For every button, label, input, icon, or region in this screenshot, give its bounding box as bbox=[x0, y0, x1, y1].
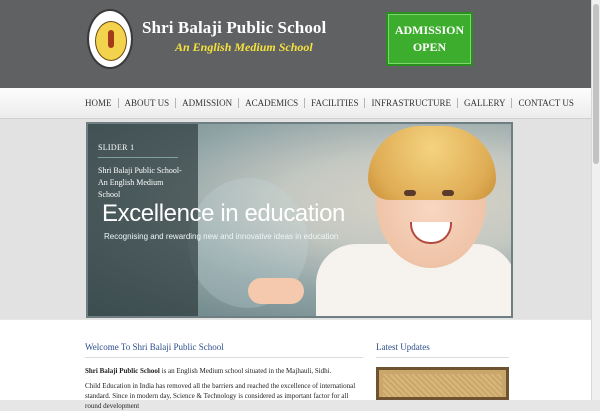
nav-item-academics[interactable]: ACADEMICS bbox=[239, 98, 306, 108]
welcome-divider bbox=[85, 357, 363, 358]
nav-item-admission[interactable]: ADMISSION bbox=[176, 98, 240, 108]
vertical-scrollbar[interactable] bbox=[591, 0, 600, 400]
admission-open-button[interactable]: ADMISSION OPEN bbox=[386, 12, 473, 66]
nav-item-about-us[interactable]: ABOUT US bbox=[119, 98, 177, 108]
latest-updates-heading: Latest Updates bbox=[376, 342, 430, 352]
child-hand-image bbox=[248, 278, 304, 304]
main-nav: HOME ABOUT US ADMISSION ACADEMICS FACILI… bbox=[0, 88, 592, 119]
slider-subheading: Recognising and rewarding new and innova… bbox=[104, 232, 339, 241]
nav-item-infrastructure[interactable]: INFRASTRUCTURE bbox=[365, 98, 458, 108]
site-header: Shri Balaji Public School An English Med… bbox=[0, 0, 592, 88]
logo-emblem bbox=[95, 21, 127, 61]
admission-label-line1: ADMISSION bbox=[394, 23, 465, 37]
nav-item-contact-us[interactable]: CONTACT US bbox=[512, 98, 579, 108]
notice-board-cork bbox=[383, 374, 502, 397]
school-tagline: An English Medium School bbox=[175, 40, 313, 54]
hero-slider[interactable]: SLIDER 1 Shri Balaji Public School- An E… bbox=[86, 122, 513, 318]
child-hair-image bbox=[368, 126, 496, 200]
nav-item-home[interactable]: HOME bbox=[85, 98, 119, 108]
school-logo[interactable] bbox=[87, 9, 133, 69]
welcome-paragraph-1: Shri Balaji Public School is an English … bbox=[85, 367, 365, 375]
slider-caption-title: SLIDER 1 bbox=[98, 143, 135, 152]
slider-caption-text: Shri Balaji Public School- An English Me… bbox=[98, 166, 182, 199]
school-name[interactable]: Shri Balaji Public School bbox=[142, 18, 326, 38]
welcome-p1-text: is an English Medium school situated in … bbox=[159, 367, 332, 375]
admission-label-line2: OPEN bbox=[412, 40, 447, 54]
nav-item-gallery[interactable]: GALLERY bbox=[458, 98, 513, 108]
child-eye-left bbox=[404, 190, 416, 196]
welcome-school-name: Shri Balaji Public School bbox=[85, 367, 160, 375]
updates-notice-board bbox=[376, 367, 509, 400]
slider-heading: Excellence in education bbox=[102, 200, 345, 227]
child-eye-right bbox=[442, 190, 454, 196]
logo-figure-icon bbox=[108, 30, 114, 48]
scrollbar-thumb[interactable] bbox=[593, 4, 599, 164]
nav-list: HOME ABOUT US ADMISSION ACADEMICS FACILI… bbox=[85, 98, 580, 108]
welcome-paragraph-2: Child Education in India has removed all… bbox=[85, 382, 356, 410]
slider-caption-divider bbox=[98, 157, 178, 158]
updates-divider bbox=[376, 357, 509, 358]
welcome-heading: Welcome To Shri Balaji Public School bbox=[85, 342, 224, 352]
nav-item-facilities[interactable]: FACILITIES bbox=[305, 98, 366, 108]
